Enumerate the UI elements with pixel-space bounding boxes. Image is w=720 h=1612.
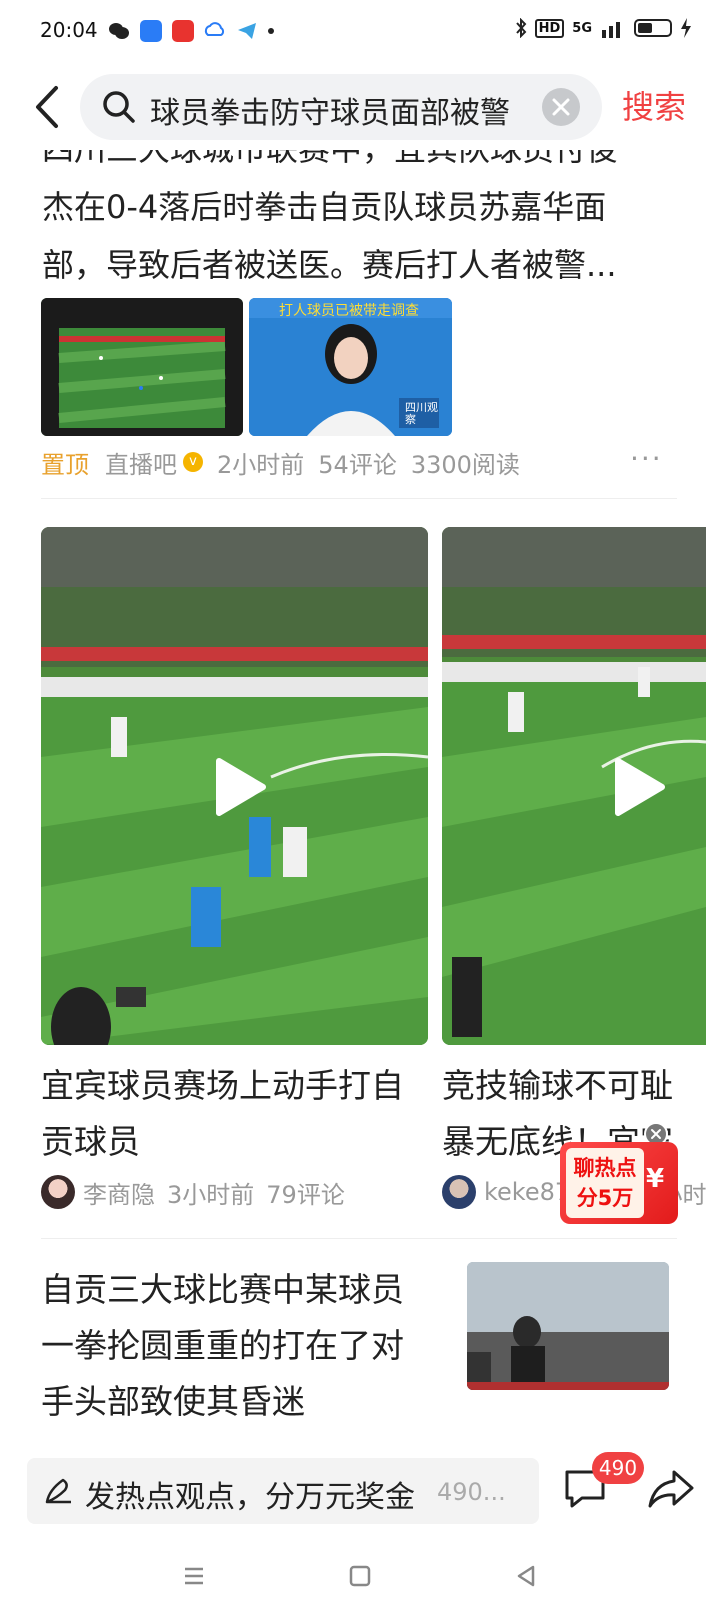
article-line: 四川三大球城市联赛中，宜宾队球员付俊 xyxy=(42,150,682,178)
pen-icon xyxy=(45,1478,71,1504)
search-input[interactable]: 球员拳击防守球员面部被警 xyxy=(80,74,602,140)
comment-count: 79评论 xyxy=(266,1180,345,1209)
article-thumbnail-anchor[interactable]: 打人球员已被带走调查 四川观察 xyxy=(249,298,452,436)
promo-line: 分5万 xyxy=(576,1186,634,1210)
thumbnail-caption: 打人球员已被带走调查 xyxy=(279,303,419,319)
bluetooth-icon xyxy=(515,18,526,38)
app-icon xyxy=(140,20,162,42)
charging-icon xyxy=(681,18,691,38)
back-button[interactable] xyxy=(28,82,68,132)
system-navigation-bar xyxy=(0,1540,720,1612)
crowd-photo xyxy=(467,1262,669,1390)
video-card-thumbnail[interactable] xyxy=(442,527,706,1045)
notification-icons xyxy=(108,20,274,42)
search-query-text: 球员拳击防守球员面部被警 xyxy=(150,96,510,128)
soccer-field-thumbnail xyxy=(41,298,243,436)
more-options-button[interactable]: ··· xyxy=(630,442,663,475)
article-meta: 置顶 直播吧 v 2小时前 54评论 3300阅读 xyxy=(41,440,534,484)
soccer-video-frame xyxy=(442,527,706,1045)
home-icon[interactable] xyxy=(348,1564,372,1588)
play-icon xyxy=(216,758,266,816)
author-name[interactable]: 李商隐 xyxy=(83,1175,155,1210)
back-nav-icon[interactable] xyxy=(514,1564,538,1588)
comment-placeholder: 发热点观点，分万元奖金 xyxy=(85,1480,415,1515)
source-name[interactable]: 直播吧 xyxy=(105,445,177,480)
article-line: 部，导致后者被送医。赛后打人者被警... xyxy=(42,246,617,284)
back-arrow-icon xyxy=(36,86,58,128)
article-thumbnail[interactable] xyxy=(467,1262,669,1390)
clear-search-button[interactable] xyxy=(542,88,580,126)
signal-icon xyxy=(602,22,620,38)
system-status-icons: HD 5G xyxy=(515,18,692,38)
article-line: 一拳抡圆重重的打在了对 xyxy=(41,1326,404,1365)
video-title-line: 宜宾球员赛场上动手打自 xyxy=(41,1066,404,1105)
divider xyxy=(41,1238,677,1239)
article-line: 自贡三大球比赛中某球员 xyxy=(41,1270,404,1309)
thumbnail-logo: 四川观察 xyxy=(405,401,438,426)
promo-line: 聊热点 xyxy=(573,1156,637,1180)
comment-count: 54评论 xyxy=(318,450,397,479)
bottom-action-bar: 发热点观点，分万元奖金 490... 490 xyxy=(0,1440,720,1540)
verified-icon: v xyxy=(183,452,203,472)
toutiao-icon xyxy=(172,20,194,42)
pinned-label: 置顶 xyxy=(41,450,89,479)
article-thumbnail-field[interactable] xyxy=(41,298,243,436)
divider xyxy=(41,498,677,499)
article-card-text[interactable]: 四川三大球城市联赛中，宜宾队球员付俊 杰在0-4落后时拳击自贡队球员苏嘉华面 部… xyxy=(42,150,682,294)
video-meta: 李商隐 3小时前 79评论 xyxy=(41,1172,428,1212)
article-line: 手头部致使其昏迷 xyxy=(41,1382,305,1421)
cloud-icon xyxy=(204,20,226,42)
article-card-text[interactable]: 自贡三大球比赛中某球员 一拳抡圆重重的打在了对 手头部致使其昏迷 xyxy=(41,1262,441,1430)
status-bar: 20:04 HD 5G xyxy=(0,0,720,66)
publish-time: 3小时前 xyxy=(167,1180,255,1209)
video-title-line: 竞技输球不可耻 xyxy=(442,1066,673,1105)
comment-count: 490... xyxy=(437,1478,506,1506)
status-time: 20:04 xyxy=(40,18,98,42)
publish-time: 2小时前 xyxy=(217,450,305,479)
hd-icon: HD xyxy=(534,18,565,38)
video-card-thumbnail[interactable] xyxy=(41,527,428,1045)
yen-icon: ¥ xyxy=(646,1164,665,1194)
search-icon xyxy=(103,91,135,123)
comment-input[interactable]: 发热点观点，分万元奖金 490... xyxy=(27,1458,539,1524)
results-feed[interactable]: 四川三大球城市联赛中，宜宾队球员付俊 杰在0-4落后时拳击自贡队球员苏嘉华面 部… xyxy=(14,150,706,1440)
wechat-icon xyxy=(108,20,130,42)
battery-icon xyxy=(634,19,672,37)
network-label: 5G xyxy=(572,20,592,36)
comment-count-badge: 490 xyxy=(592,1452,644,1484)
search-header: 球员拳击防守球员面部被警 搜索 xyxy=(0,66,720,150)
close-icon xyxy=(651,1129,661,1139)
menu-icon[interactable] xyxy=(182,1564,206,1588)
play-icon xyxy=(615,758,665,816)
more-notifications-dot xyxy=(268,28,274,34)
video-title-line: 贡球员 xyxy=(41,1122,140,1161)
avatar[interactable] xyxy=(442,1175,476,1209)
promo-badge[interactable]: 聊热点 分5万 ¥ xyxy=(560,1142,678,1224)
share-icon[interactable] xyxy=(646,1468,696,1510)
read-count: 3300阅读 xyxy=(410,450,520,479)
article-line: 杰在0-4落后时拳击自贡队球员苏嘉华面 xyxy=(42,188,607,226)
avatar[interactable] xyxy=(41,1175,75,1209)
search-results-page: 20:04 HD 5G 球员拳击防守球员面部被警 搜索 杰在0-4落后时拳击自贡… xyxy=(0,0,720,1612)
search-button[interactable]: 搜索 xyxy=(622,82,686,128)
promo-text: 聊热点 分5万 xyxy=(566,1148,644,1218)
telegram-icon xyxy=(236,20,258,42)
close-icon xyxy=(552,98,570,116)
video-title[interactable]: 宜宾球员赛场上动手打自 贡球员 xyxy=(41,1058,428,1170)
